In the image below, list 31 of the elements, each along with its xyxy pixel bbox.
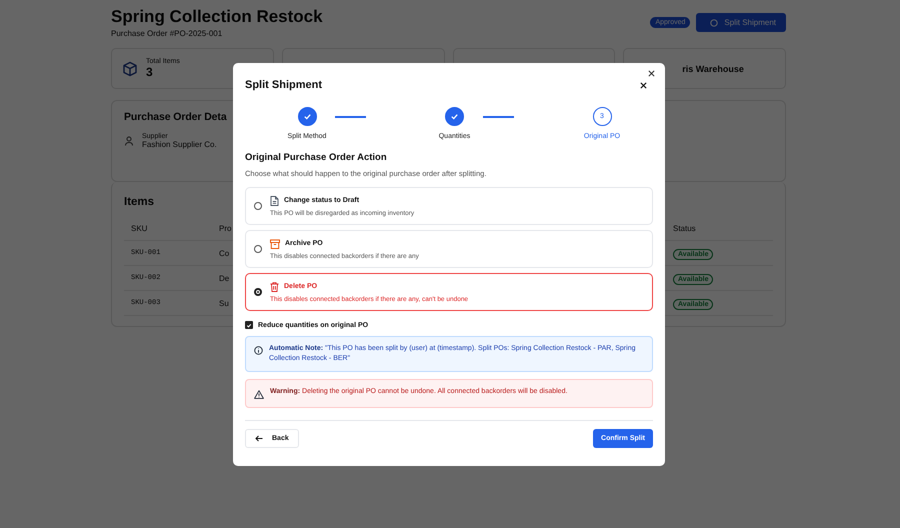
arrow-left-icon: [255, 435, 263, 442]
page-subtitle: Purchase Order #PO-2025-001: [111, 29, 224, 38]
column-header: Pro: [219, 224, 232, 232]
card-title: Purchase Order Deta: [124, 111, 227, 123]
radio-button[interactable]: [254, 245, 262, 253]
archive-box-icon: [270, 238, 280, 248]
person-icon: [124, 136, 134, 146]
check-icon: [302, 112, 312, 121]
trash-icon: [270, 282, 279, 292]
check-icon: [450, 112, 459, 121]
supplier-name: Fashion Supplier Co.: [142, 140, 217, 149]
product-cell: De: [219, 274, 230, 282]
cube-icon: [122, 60, 138, 76]
info-icon: [254, 346, 263, 355]
dialog-title: Split Shipment: [245, 79, 322, 91]
column-header: Status: [673, 224, 696, 232]
warning-icon: [254, 390, 264, 400]
checkbox[interactable]: [245, 321, 253, 329]
stat-value: 3: [146, 65, 154, 79]
radio-button[interactable]: [254, 202, 262, 210]
close-icon[interactable]: [648, 70, 655, 77]
close-icon[interactable]: [640, 82, 647, 88]
page-title: Spring Collection Restock: [111, 7, 323, 27]
product-cell: Co: [219, 248, 230, 258]
stat-value: ris Warehouse: [681, 64, 744, 74]
column-header: SKU: [131, 224, 148, 232]
section-title: Original Purchase Order Action: [245, 152, 388, 163]
card-title: Items: [124, 196, 154, 208]
document-icon: [270, 196, 279, 206]
radio-button[interactable]: [254, 288, 262, 296]
product-cell: Su: [219, 298, 229, 308]
